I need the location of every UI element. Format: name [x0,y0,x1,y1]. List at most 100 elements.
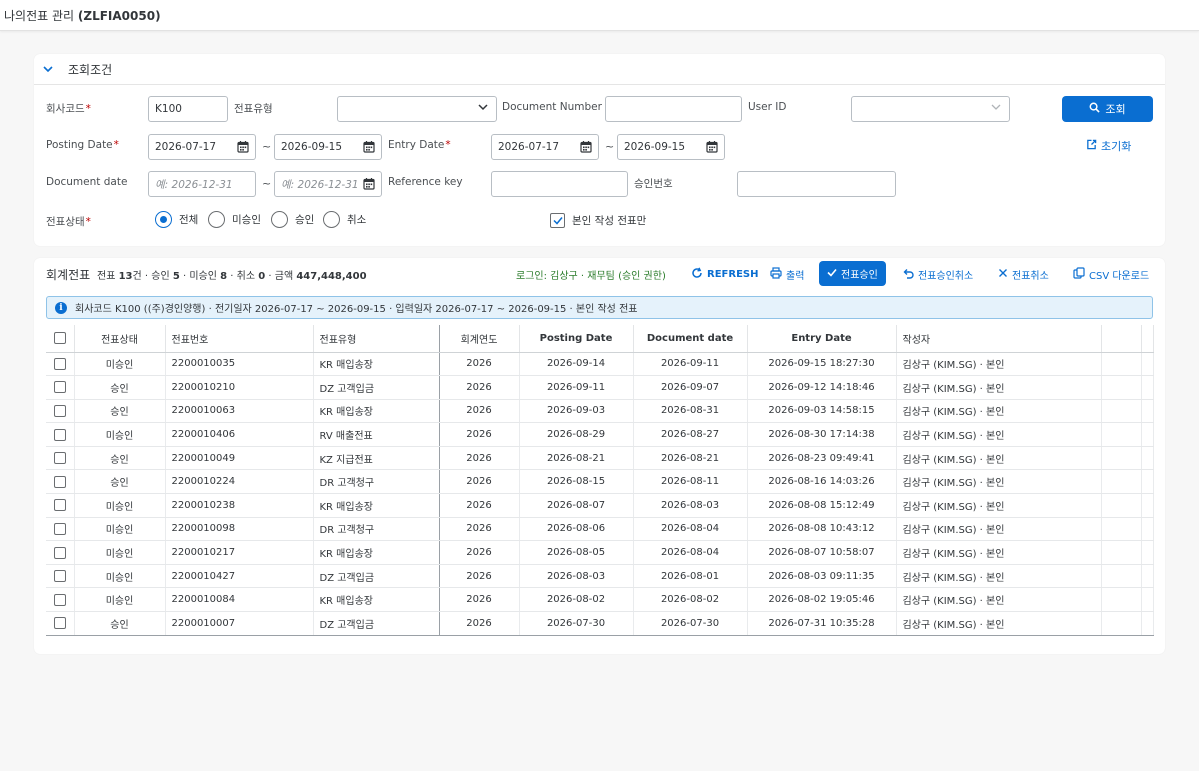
table-row[interactable]: 미승인 2200010406 RV 매출전표 2026 2026-08-29 2026-0… [46,422,1154,447]
entry-date-to-input[interactable]: 2026-09-15 [617,134,725,160]
close-icon [998,268,1008,281]
cell-doc-number[interactable]: 2200010224 [165,469,314,495]
table-row[interactable]: 승인 2200010063 KR 매입송장 2026 2026-09-03 2026-08… [46,399,1154,424]
row-checkbox[interactable] [46,446,75,471]
calendar-icon[interactable] [363,140,375,153]
row-checkbox[interactable] [46,375,75,400]
reset-icon [1086,139,1097,153]
cell-doc-type: DZ 고객입금 [313,564,440,589]
approval-number-input[interactable] [737,171,896,197]
cancel-document-button[interactable]: 전표취소 [998,267,1049,282]
cell-doc-number[interactable]: 2200010427 [165,564,314,589]
approve-button[interactable]: 전표승인 [819,261,886,286]
cell-posting-date: 2026-08-02 [519,587,634,613]
row-checkbox[interactable] [46,493,75,518]
document-date-from-input[interactable]: 예: 2026-12-31 [148,171,256,197]
cell-posting-date: 2026-08-03 [519,564,634,589]
row-checkbox[interactable] [46,611,75,636]
cell-doc-type: KR 매입송장 [313,540,440,565]
print-button[interactable]: 출력 [770,267,804,282]
posting-date-from-input[interactable]: 2026-07-17 [148,134,256,160]
calendar-icon[interactable] [706,140,718,153]
doc-type-select[interactable] [337,96,497,122]
document-date-to-input[interactable]: 예: 2026-12-31 [274,171,382,197]
table-row[interactable]: 미승인 2200010217 KR 매입송장 2026 2026-08-05 2026-0… [46,540,1154,565]
row-checkbox[interactable] [46,587,75,613]
cell-posting-date: 2026-08-06 [519,517,634,542]
status-radio-all[interactable]: 전체 [155,211,198,228]
cell-doc-number[interactable]: 2200010084 [165,587,314,613]
cell-doc-number[interactable]: 2200010406 [165,422,314,447]
refresh-button[interactable]: REFRESH [691,267,758,282]
reference-key-input[interactable] [491,171,628,197]
cell-doc-number[interactable]: 2200010210 [165,375,314,400]
calendar-icon[interactable] [363,177,375,190]
table-row[interactable]: 승인 2200010007 DZ 고객입금 2026 2026-07-30 2026-07… [46,611,1154,636]
status-radio-approved[interactable]: 승인 [271,211,314,228]
select-all-checkbox[interactable] [46,325,75,353]
row-checkbox[interactable] [46,540,75,565]
row-checkbox[interactable] [46,399,75,424]
reset-button[interactable]: 초기화 [1086,138,1131,154]
checkbox-icon [53,475,66,488]
calendar-icon[interactable] [580,140,592,153]
cell-doc-number[interactable]: 2200010238 [165,493,314,518]
column-header-fiscal-year[interactable]: 회계연도 [439,325,520,353]
table-row[interactable]: 미승인 2200010427 DZ 고객입금 2026 2026-08-03 2026-0… [46,564,1154,589]
print-button-label: 출력 [786,271,805,282]
column-header-entry-date[interactable]: Entry Date [747,325,897,353]
table-header-row: 전표상태 전표번호 전표유형 회계연도 Posting Date Documen… [46,325,1154,353]
entry-date-from-input[interactable]: 2026-07-17 [491,134,599,160]
table-row[interactable]: 미승인 2200010098 DR 고객청구 2026 2026-08-06 2026-0… [46,517,1154,542]
status-radio-pending[interactable]: 미승인 [208,211,261,228]
reference-key-label: Reference key [388,176,463,188]
radio-icon [208,211,225,228]
row-checkbox[interactable] [46,422,75,447]
cell-doc-number[interactable]: 2200010049 [165,446,314,471]
cell-fiscal-year: 2026 [439,564,520,589]
column-header-status[interactable]: 전표상태 [74,325,166,353]
user-id-select[interactable] [851,96,1010,122]
approve-cancel-button-label: 전표승인취소 [918,271,974,282]
column-header-author[interactable]: 작성자 [896,325,1102,353]
cell-doc-number[interactable]: 2200010007 [165,611,314,636]
calendar-icon[interactable] [237,140,249,153]
row-checkbox[interactable] [46,564,75,589]
chevron-down-icon[interactable] [43,62,59,76]
row-checkbox[interactable] [46,517,75,542]
table-row[interactable]: 미승인 2200010238 KR 매입송장 2026 2026-08-07 2026-0… [46,493,1154,518]
cell-doc-number[interactable]: 2200010217 [165,540,314,565]
row-checkbox[interactable] [46,469,75,495]
cell-scroll [1141,540,1154,565]
cell-doc-number[interactable]: 2200010063 [165,399,314,424]
document-number-input[interactable] [605,96,742,122]
csv-download-button[interactable]: CSV 다운로드 [1073,267,1149,282]
column-header-posting-date[interactable]: Posting Date [519,325,634,353]
company-code-input[interactable]: K100 [148,96,228,122]
cell-author: 김상구 (KIM.SG) · 본인 [896,375,1102,400]
cell-entry-date: 2026-08-23 09:49:41 [747,446,897,471]
table-row[interactable]: 미승인 2200010035 KR 매입송장 2026 2026-09-14 2026-0… [46,352,1154,377]
cell-entry-date: 2026-09-12 14:18:46 [747,375,897,400]
table-row[interactable]: 승인 2200010224 DR 고객청구 2026 2026-08-15 2026-08… [46,469,1154,495]
approve-cancel-button[interactable]: 전표승인취소 [902,267,973,282]
column-header-scroll [1141,325,1154,353]
column-header-document-date[interactable]: Document date [633,325,748,353]
status-radio-cancelled[interactable]: 취소 [323,211,366,228]
column-header-doc-number[interactable]: 전표번호 [165,325,314,353]
radio-icon [271,211,288,228]
row-checkbox[interactable] [46,352,75,377]
posting-date-to-input[interactable]: 2026-09-15 [274,134,382,160]
cell-doc-number[interactable]: 2200010035 [165,352,314,377]
cell-doc-type: DZ 고객입금 [313,611,440,636]
table-row[interactable]: 승인 2200010210 DZ 고객입금 2026 2026-09-11 2026-09… [46,375,1154,400]
column-header-doc-type[interactable]: 전표유형 [313,325,440,353]
table-row[interactable]: 승인 2200010049 KZ 지급전표 2026 2026-08-21 2026-08… [46,446,1154,471]
table-row[interactable]: 미승인 2200010084 KR 매입송장 2026 2026-08-02 2026-0… [46,587,1154,613]
cell-status: 승인 [74,399,166,424]
filter-panel-header[interactable]: 조회조건 [34,54,1165,85]
own-only-checkbox[interactable]: 본인 작성 전표만 [550,213,646,228]
cell-status: 승인 [74,611,166,636]
cell-doc-number[interactable]: 2200010098 [165,517,314,542]
search-button[interactable]: 조회 [1062,96,1153,122]
